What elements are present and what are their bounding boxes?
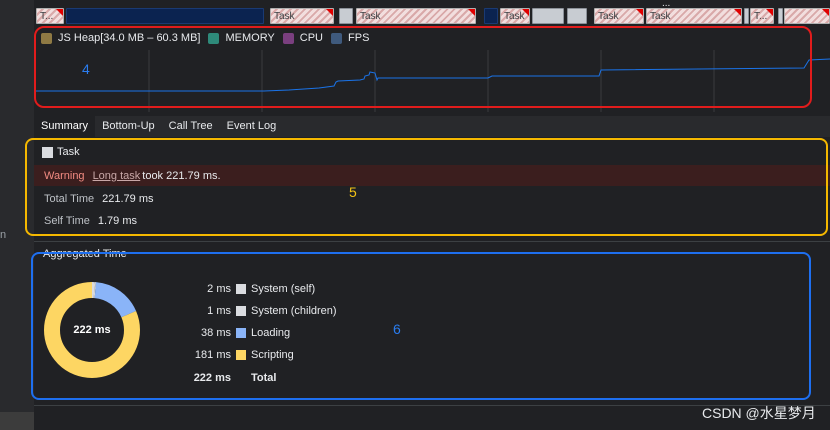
sidebar-clipped-text: n	[0, 229, 7, 241]
watermark: CSDN @水星梦月	[702, 405, 816, 421]
tab-event-log[interactable]: Event Log	[220, 116, 284, 137]
task-block[interactable]: Task	[270, 8, 334, 24]
main-thread-track[interactable]: T... Task Task Task Task Task T... ...	[34, 0, 830, 26]
task-block[interactable]: Task	[594, 8, 644, 24]
task-block[interactable]	[784, 8, 830, 24]
task-block-small[interactable]	[339, 8, 353, 24]
tab-summary[interactable]: Summary	[34, 116, 96, 137]
annotation-box-5	[25, 138, 828, 236]
tab-bottom-up[interactable]: Bottom-Up	[95, 116, 162, 137]
annotation-box-6	[31, 252, 811, 400]
task-block[interactable]: Task	[500, 8, 530, 24]
task-block-small[interactable]	[484, 8, 498, 24]
task-block[interactable]: T...	[750, 8, 774, 24]
annotation-label-6: 6	[393, 321, 401, 337]
tab-call-tree[interactable]: Call Tree	[162, 116, 220, 137]
more-indicator: ...	[662, 0, 671, 9]
task-block-small[interactable]	[778, 8, 783, 24]
details-tabs: Summary Bottom-Up Call Tree Event Log	[34, 116, 830, 137]
task-block-cluster[interactable]	[532, 8, 564, 24]
task-block-long[interactable]	[66, 8, 264, 24]
task-block[interactable]: Task	[646, 8, 742, 24]
task-block-small[interactable]	[567, 8, 587, 24]
annotation-label-5: 5	[349, 184, 357, 200]
task-block-small[interactable]	[744, 8, 749, 24]
task-block[interactable]: T...	[36, 8, 64, 24]
task-block[interactable]: Task	[356, 8, 476, 24]
sidebar-footer	[0, 412, 34, 430]
annotation-label-4: 4	[82, 61, 90, 77]
annotation-box-4	[34, 26, 812, 108]
